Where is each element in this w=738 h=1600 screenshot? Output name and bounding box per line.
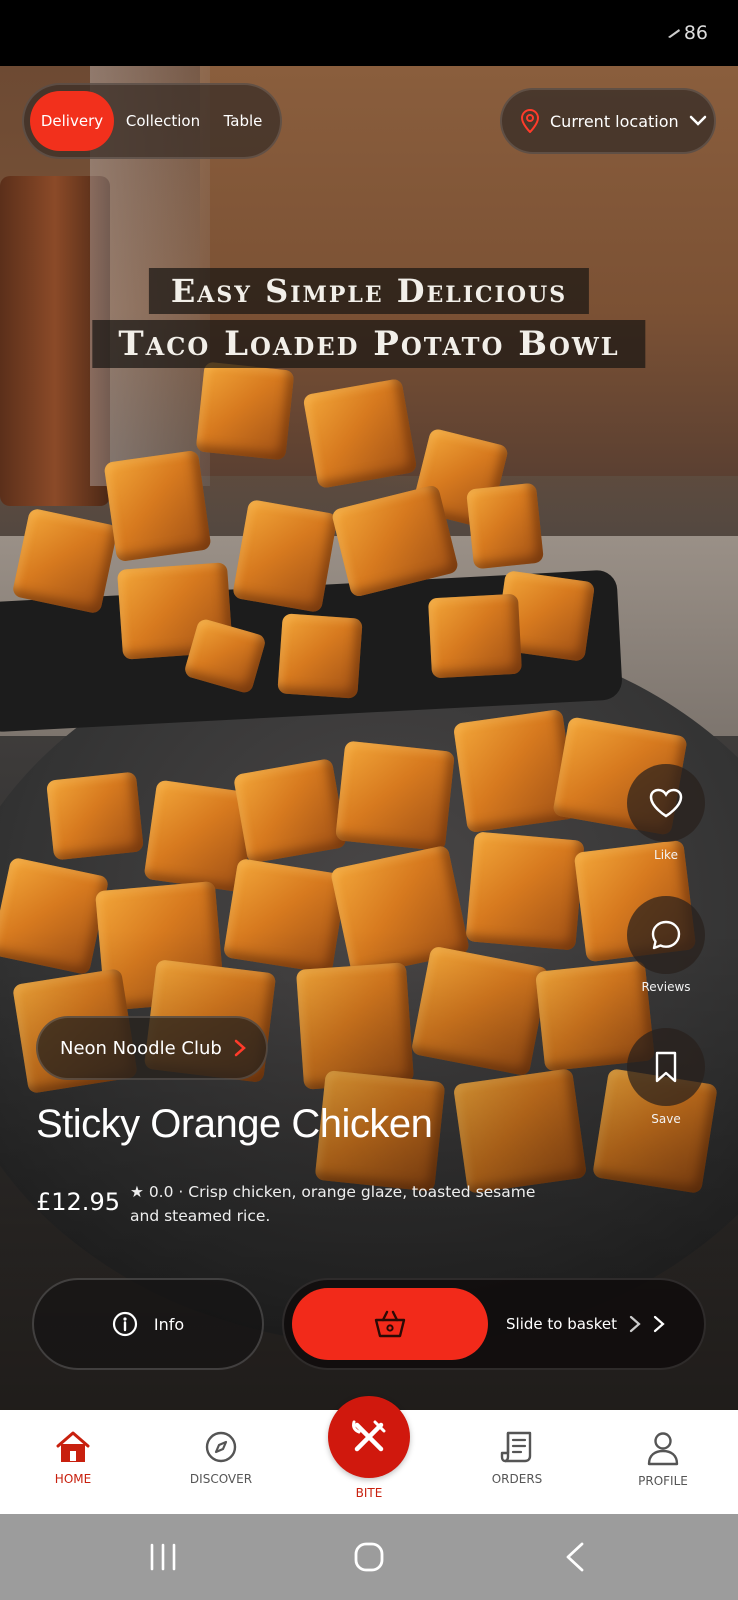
chevron-right-icon bbox=[629, 1315, 641, 1333]
like-button[interactable]: Like bbox=[626, 764, 706, 862]
dish-title: Sticky Orange Chicken bbox=[36, 1102, 433, 1146]
video-caption-line-1: Easy Simple Delicious bbox=[148, 268, 590, 314]
battery-icon bbox=[667, 29, 680, 38]
dish-description: ★ 0.0 · Crisp chicken, orange glaze, toa… bbox=[130, 1183, 536, 1225]
save-button[interactable]: Save bbox=[626, 1028, 706, 1126]
info-label: Info bbox=[153, 1314, 185, 1334]
nav-profile[interactable]: PROFILE bbox=[608, 1430, 718, 1488]
video-caption-line-2: Taco Loaded Potato Bowl bbox=[92, 320, 646, 368]
status-bar: 86 bbox=[0, 0, 738, 66]
nav-home-label: HOME bbox=[54, 1472, 92, 1486]
recent-apps-icon[interactable] bbox=[148, 1542, 178, 1572]
food-piece bbox=[277, 613, 363, 699]
mode-collection[interactable]: Collection bbox=[114, 91, 212, 151]
food-piece bbox=[195, 361, 295, 461]
heart-icon bbox=[649, 788, 683, 818]
food-piece bbox=[232, 498, 338, 614]
slide-to-basket[interactable]: Slide to basket bbox=[282, 1278, 706, 1370]
basket-icon bbox=[374, 1310, 406, 1338]
nav-profile-label: PROFILE bbox=[638, 1474, 688, 1488]
restaurant-name: Neon Noodle Club bbox=[60, 1037, 222, 1059]
bottom-navigation: HOME DISCOVER BITE ORDERS PROFILE bbox=[0, 1396, 738, 1514]
nav-bite-label: BITE bbox=[355, 1486, 383, 1500]
food-piece bbox=[335, 740, 455, 852]
restaurant-chip[interactable]: Neon Noodle Club bbox=[36, 1016, 268, 1080]
food-piece bbox=[427, 593, 523, 679]
food-piece bbox=[11, 507, 119, 615]
location-label: Current location bbox=[550, 111, 679, 131]
info-button[interactable]: Info bbox=[32, 1278, 264, 1370]
nav-home[interactable]: HOME bbox=[18, 1430, 128, 1486]
location-button[interactable]: Current location bbox=[500, 88, 716, 154]
food-piece bbox=[103, 449, 212, 563]
compass-icon bbox=[205, 1431, 237, 1463]
back-icon[interactable] bbox=[564, 1542, 586, 1572]
reviews-button[interactable]: Reviews bbox=[626, 896, 706, 994]
home-icon bbox=[56, 1431, 90, 1462]
info-icon bbox=[112, 1311, 137, 1337]
food-piece bbox=[302, 378, 418, 489]
reviews-circle[interactable] bbox=[627, 896, 705, 974]
mode-delivery[interactable]: Delivery bbox=[30, 91, 114, 151]
slide-hint: Slide to basket bbox=[506, 1280, 665, 1368]
fork-knife-icon bbox=[352, 1420, 386, 1452]
chevron-right-icon bbox=[234, 1039, 246, 1057]
location-pin-icon bbox=[520, 109, 540, 133]
battery-level: 86 bbox=[683, 22, 708, 44]
chat-bubble-icon bbox=[651, 920, 681, 950]
mode-table[interactable]: Table bbox=[212, 91, 274, 151]
chevron-right-icon bbox=[653, 1315, 665, 1333]
slide-label: Slide to basket bbox=[506, 1315, 617, 1333]
nav-orders-label: ORDERS bbox=[491, 1472, 543, 1486]
system-navigation-bar bbox=[0, 1514, 738, 1600]
food-piece bbox=[466, 482, 544, 570]
bookmark-icon bbox=[655, 1051, 677, 1083]
like-label: Like bbox=[654, 848, 678, 862]
order-mode-selector: Delivery Collection Table bbox=[22, 83, 282, 159]
nav-discover-label: DISCOVER bbox=[189, 1472, 253, 1486]
save-circle[interactable] bbox=[627, 1028, 705, 1106]
like-circle[interactable] bbox=[627, 764, 705, 842]
slide-knob[interactable] bbox=[292, 1288, 488, 1360]
reviews-label: Reviews bbox=[641, 980, 691, 994]
food-piece bbox=[232, 758, 348, 864]
food-piece bbox=[46, 771, 144, 861]
chevron-down-icon bbox=[689, 115, 706, 126]
dish-price: £12.95 bbox=[36, 1188, 120, 1216]
person-icon bbox=[647, 1432, 679, 1466]
receipt-icon bbox=[500, 1431, 532, 1463]
bite-button[interactable] bbox=[328, 1396, 410, 1478]
save-label: Save bbox=[651, 1112, 681, 1126]
nav-discover[interactable]: DISCOVER bbox=[166, 1430, 276, 1486]
home-system-icon[interactable] bbox=[354, 1542, 384, 1572]
nav-orders[interactable]: ORDERS bbox=[462, 1430, 572, 1486]
battery-indicator: 86 bbox=[667, 22, 708, 44]
